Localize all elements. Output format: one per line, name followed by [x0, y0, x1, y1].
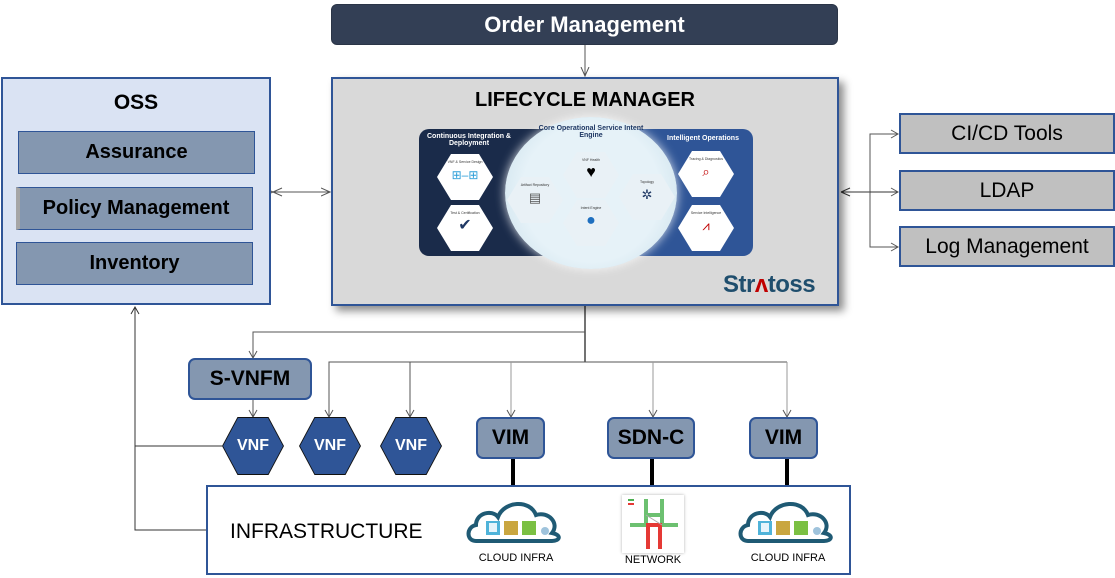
logo-accent: ʌ: [754, 271, 768, 298]
cloud-icon: [466, 502, 561, 543]
network-item[interactable]: [622, 495, 684, 553]
workflow-icon: ⊞–⊞: [451, 168, 479, 182]
network-icon: [628, 499, 678, 549]
core-title: Core Operational Service Intent Engine: [538, 125, 644, 139]
lifecycle-manager-panel: LIFECYCLE MANAGER Continuous Integration…: [331, 77, 839, 306]
line-chart-icon: ⩘: [702, 218, 710, 233]
tool-log-management[interactable]: Log Management: [899, 226, 1115, 267]
magnifier-icon: ⌕: [702, 164, 710, 179]
order-management-box[interactable]: Order Management: [331, 4, 838, 45]
lcm-to-vnfs-connector: [328, 361, 787, 417]
tile-intent-engine[interactable]: Intent Engine ●: [563, 200, 619, 246]
tile-label: Tracing & Diagnostics: [689, 157, 723, 161]
tile-label: Service Intelligence: [690, 211, 722, 215]
network-caption: NETWORK: [624, 554, 682, 566]
infrastructure-title: INFRASTRUCTURE: [230, 520, 423, 543]
tool-ci-cd[interactable]: CI/CD Tools: [899, 113, 1115, 154]
oss-item-inventory[interactable]: Inventory: [16, 242, 253, 285]
oss-item-policy-management[interactable]: Policy Management: [16, 187, 253, 230]
tile-label: Topology: [639, 180, 654, 184]
tool-ldap[interactable]: LDAP: [899, 170, 1115, 211]
tile-vnf-health[interactable]: VNF Health ♥: [563, 152, 619, 198]
tile-label: VNF Health: [581, 158, 601, 162]
ci-cd-title: Continuous Integration & Deployment: [427, 133, 511, 147]
tile-label: Test & Certification: [450, 211, 480, 215]
infrastructure-panel: INFRASTRUCTURE CLOUD INFRA NETWORK CLOUD…: [206, 485, 851, 575]
sdn-c-box[interactable]: SDN-C: [607, 417, 695, 459]
core-engine-circle: Core Operational Service Intent Engine V…: [505, 117, 677, 269]
lcm-tools-connector: [869, 133, 898, 248]
svnfm-box[interactable]: S-VNFM: [188, 358, 312, 400]
check-gear-icon: ✔: [458, 217, 472, 234]
cloud-infra-caption: CLOUD INFRA: [478, 552, 554, 564]
oss-title: OSS: [113, 91, 159, 114]
stratoss-logo: Strʌtoss: [723, 271, 816, 299]
heartbeat-icon: ♥: [586, 164, 596, 181]
topology-icon: ✲: [641, 187, 653, 202]
tile-label: VNF & Service Design: [447, 160, 483, 164]
cloud-infra-caption: CLOUD INFRA: [750, 552, 826, 564]
tile-topology[interactable]: Topology ✲: [619, 174, 675, 220]
engine-icon: ●: [586, 212, 596, 229]
lcm-to-svnfm-connector: [252, 331, 585, 358]
cloud-icon: [738, 502, 833, 543]
lifecycle-manager-title: LIFECYCLE MANAGER: [475, 89, 695, 111]
oss-panel: OSS Assurance Policy Management Inventor…: [1, 77, 271, 305]
tile-label: Artifact Repository: [520, 183, 550, 187]
cloud-infra-right[interactable]: CLOUD INFRA: [736, 495, 840, 564]
vim-right-box[interactable]: VIM: [749, 417, 818, 459]
cloud-infra-left[interactable]: CLOUD INFRA: [464, 495, 568, 564]
tile-artifact-repository[interactable]: Artifact Repository ▤: [507, 177, 563, 223]
logo-suffix: toss: [767, 271, 816, 298]
tile-label: Intent Engine: [580, 206, 602, 210]
intelligent-ops-title: Intelligent Operations: [667, 135, 739, 142]
oss-item-assurance[interactable]: Assurance: [18, 131, 255, 174]
vim-left-box[interactable]: VIM: [476, 417, 545, 459]
logo-prefix: Str: [723, 271, 755, 298]
repository-icon: ▤: [528, 190, 542, 205]
